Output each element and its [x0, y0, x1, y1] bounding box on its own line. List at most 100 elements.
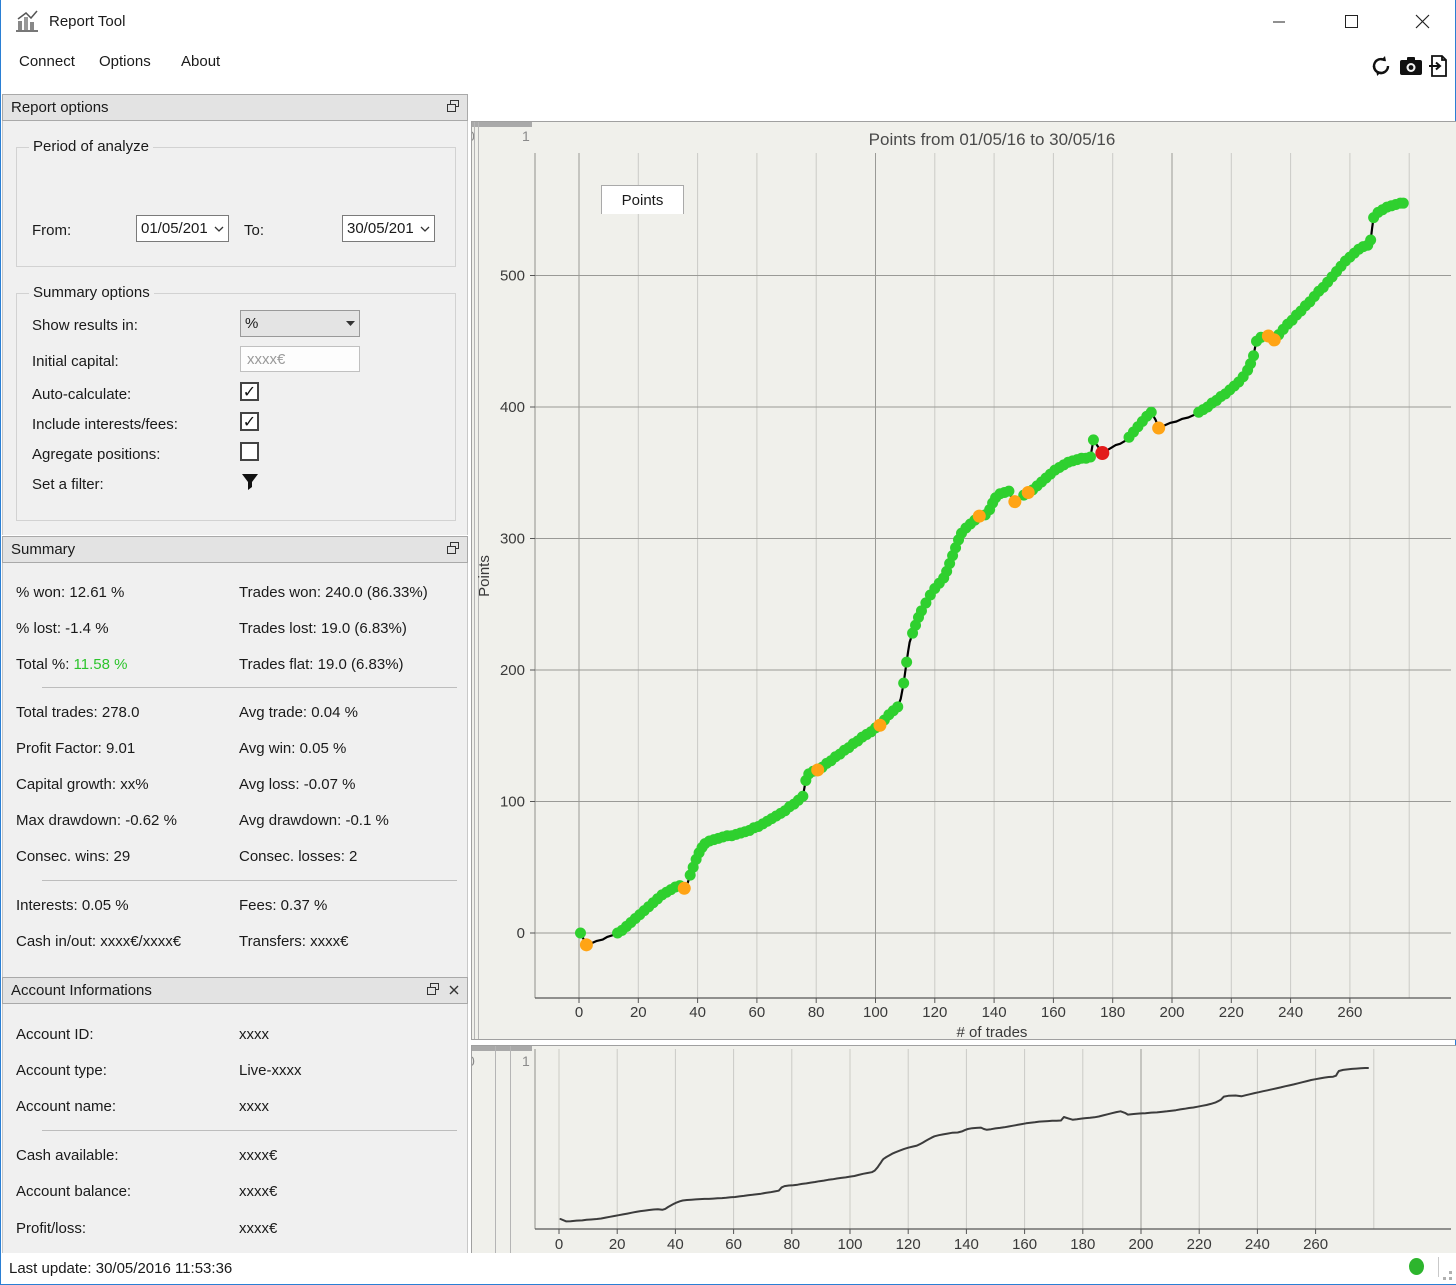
- svg-text:140: 140: [982, 1004, 1007, 1021]
- chart-title: Points from 01/05/16 to 30/05/16: [869, 130, 1116, 149]
- interests: Interests: 0.05 %: [16, 897, 129, 914]
- total-trades: Total trades: 278.0: [16, 704, 140, 721]
- svg-text:80: 80: [783, 1236, 800, 1253]
- refresh-icon[interactable]: [1367, 54, 1395, 78]
- svg-text:120: 120: [922, 1004, 947, 1021]
- svg-text:140: 140: [954, 1236, 979, 1253]
- fees: Fees: 0.37 %: [239, 897, 328, 914]
- tab-points[interactable]: Points: [601, 185, 684, 214]
- svg-text:0: 0: [575, 1004, 583, 1021]
- float-panel-icon[interactable]: [447, 99, 459, 116]
- total-pct: Total %: 11.58 %: [16, 656, 127, 673]
- avg-win: Avg win: 0.05 %: [239, 740, 347, 757]
- from-date-value: 01/05/201: [141, 220, 208, 237]
- svg-text:160: 160: [1041, 1004, 1066, 1021]
- auto-calculate-checkbox[interactable]: ✓: [240, 382, 259, 401]
- tab-bar: Transactions Points Capital Growth: [471, 92, 1456, 214]
- total-pct-value: 11.58 %: [73, 656, 128, 673]
- max-drawdown: Max drawdown: -0.62 %: [16, 812, 177, 829]
- account-name-value: xxxx: [239, 1098, 269, 1115]
- svg-text:200: 200: [1159, 1004, 1184, 1021]
- svg-text:180: 180: [1070, 1236, 1095, 1253]
- titlebar: Report Tool: [1, 0, 1456, 45]
- overview-chart-svg: 0 20 40 60 80 100 120 140 160 180 200 220 240 260: [534, 1049, 1451, 1253]
- account-balance-value: xxxx€: [239, 1183, 278, 1200]
- consec-losses: Consec. losses: 2: [239, 848, 358, 865]
- include-interests-checkbox[interactable]: ✓: [240, 412, 259, 431]
- menu-about[interactable]: About: [173, 49, 228, 74]
- svg-text:200: 200: [1128, 1236, 1153, 1253]
- report-options-header: Report options: [2, 94, 468, 121]
- close-button[interactable]: [1399, 4, 1445, 38]
- trades-lost: Trades lost: 19.0 (6.83%): [239, 620, 407, 637]
- float-panel-icon[interactable]: [427, 982, 439, 999]
- initial-capital-input[interactable]: xxxx€: [240, 346, 360, 372]
- from-label: From:: [32, 222, 72, 239]
- account-id-label: Account ID:: [16, 1026, 94, 1043]
- to-date-select[interactable]: 30/05/201: [342, 215, 435, 242]
- filter-icon[interactable]: [240, 472, 260, 492]
- initial-capital-placeholder: xxxx€: [247, 350, 286, 368]
- app-window: Report Tool Connect Options About Report…: [0, 0, 1456, 1285]
- menu-options[interactable]: Options: [91, 49, 159, 74]
- account-balance-label: Account balance:: [16, 1183, 132, 1200]
- menubar: Connect Options About: [3, 45, 1455, 81]
- points-chart-svg: 0 20 40 60 80 100 120 140 160 180 200 220 240 260 0 100…: [476, 130, 1451, 1040]
- aggregate-positions-checkbox[interactable]: [240, 442, 259, 461]
- pct-won: % won: 12.61 %: [16, 584, 125, 601]
- report-options-title: Report options: [11, 99, 109, 116]
- svg-text:0: 0: [517, 925, 525, 942]
- summary-header: Summary: [2, 536, 468, 563]
- from-date-select[interactable]: 01/05/201: [136, 215, 229, 242]
- profit-loss-label: Profit/loss:: [16, 1220, 87, 1237]
- svg-text:160: 160: [1012, 1236, 1037, 1253]
- summary-options-title: Summary options: [29, 284, 154, 301]
- to-label: To:: [244, 222, 265, 239]
- pct-lost: % lost: -1.4 %: [16, 620, 109, 637]
- report-options-body: Period of analyze From: 01/05/201 To: 30…: [2, 121, 468, 535]
- chevron-down-icon: [346, 321, 355, 326]
- summary-options-groupbox: Summary options Show results in: % Initi…: [16, 284, 456, 521]
- profit-loss-value: xxxx€: [239, 1220, 278, 1237]
- svg-text:500: 500: [500, 268, 525, 285]
- points-chart-canvas[interactable]: 0 1 020406080100120140160180200220240260…: [471, 121, 1456, 1040]
- camera-icon[interactable]: [1397, 54, 1425, 78]
- avg-loss: Avg loss: -0.07 %: [239, 776, 356, 793]
- svg-text:60: 60: [749, 1004, 766, 1021]
- menu-connect[interactable]: Connect: [11, 49, 83, 74]
- window-title: Report Tool: [49, 13, 126, 30]
- chevron-down-icon: [214, 226, 224, 232]
- capital-growth: Capital growth: xx%: [16, 776, 149, 793]
- maximize-button[interactable]: [1328, 4, 1374, 38]
- svg-text:240: 240: [1245, 1236, 1270, 1253]
- account-id-value: xxxx: [239, 1026, 269, 1043]
- svg-text:20: 20: [630, 1004, 647, 1021]
- close-panel-icon[interactable]: [449, 982, 459, 999]
- transfers: Transfers: xxxx€: [239, 933, 349, 950]
- set-filter-label: Set a filter:: [32, 476, 104, 493]
- show-results-select[interactable]: %: [240, 310, 360, 337]
- svg-text:60: 60: [725, 1236, 742, 1253]
- app-icon: [14, 9, 40, 40]
- svg-text:180: 180: [1100, 1004, 1125, 1021]
- account-body: Account ID: xxxx Account type: Live-xxxx…: [2, 1004, 468, 1253]
- export-icon[interactable]: [1425, 54, 1453, 78]
- consec-wins: Consec. wins: 29: [16, 848, 131, 865]
- auto-calculate-label: Auto-calculate:: [32, 386, 132, 403]
- account-type-label: Account type:: [16, 1062, 107, 1079]
- x-axis-label: # of trades: [957, 1024, 1028, 1040]
- svg-text:0: 0: [555, 1236, 563, 1253]
- status-bar: Last update: 30/05/2016 11:53:36: [2, 1253, 1456, 1284]
- float-panel-icon[interactable]: [447, 541, 459, 558]
- avg-drawdown: Avg drawdown: -0.1 %: [239, 812, 389, 829]
- svg-text:260: 260: [1337, 1004, 1362, 1021]
- trades-won: Trades won: 240.0 (86.33%): [239, 584, 428, 601]
- svg-text:200: 200: [500, 662, 525, 679]
- svg-text:40: 40: [667, 1236, 684, 1253]
- minimize-button[interactable]: [1256, 4, 1302, 38]
- connection-indicator: [1409, 1258, 1424, 1275]
- initial-capital-label: Initial capital:: [32, 353, 119, 370]
- statusbar-separator: [1438, 1257, 1439, 1277]
- svg-text:120: 120: [896, 1236, 921, 1253]
- overview-chart-canvas[interactable]: 0 1 020406080100120140160180200220240260: [471, 1045, 1456, 1258]
